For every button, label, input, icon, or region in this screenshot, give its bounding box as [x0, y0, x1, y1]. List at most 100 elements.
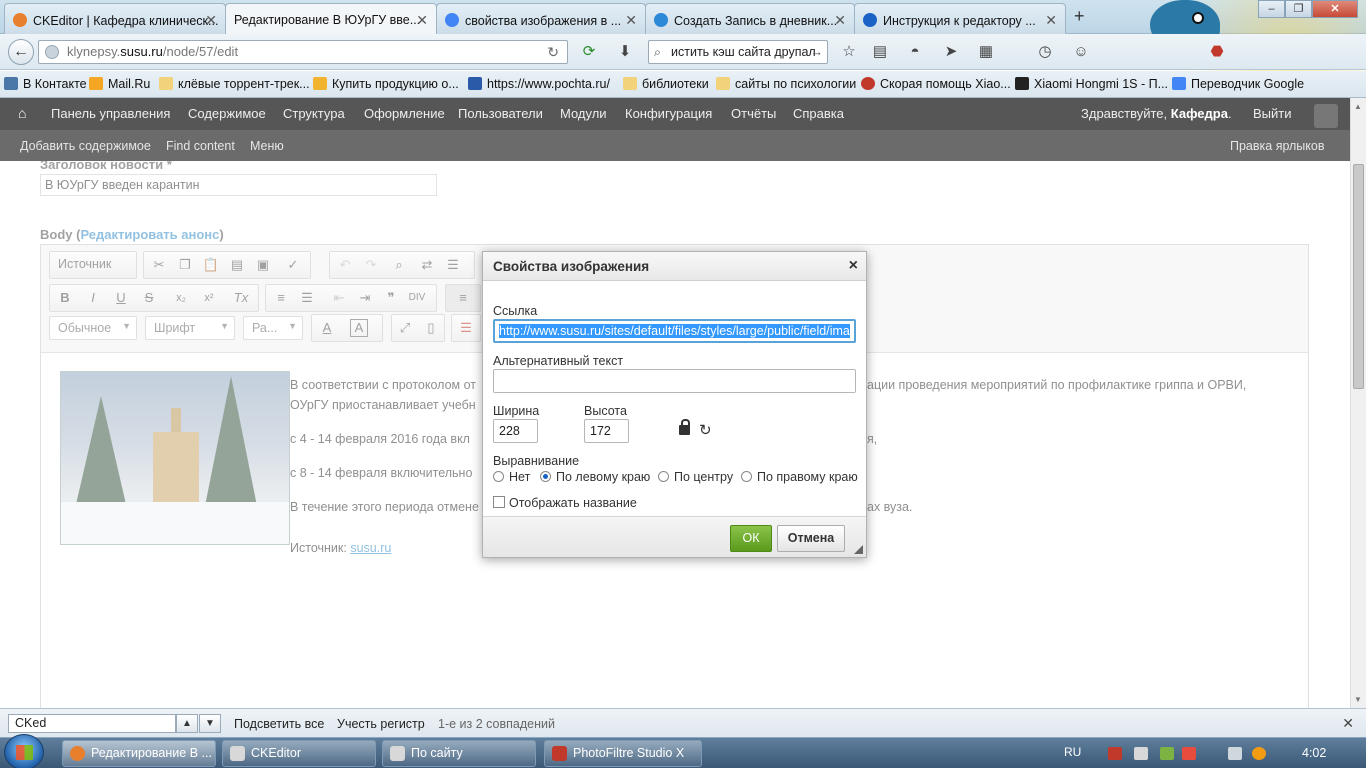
align-left-label[interactable]: По левому краю [556, 470, 650, 484]
align-none-label[interactable]: Нет [509, 470, 530, 484]
dialog-close-icon[interactable]: × [849, 257, 858, 275]
logout-link[interactable]: Выйти [1253, 106, 1292, 121]
language-indicator[interactable]: RU [1064, 745, 1081, 759]
menu-configuration[interactable]: Конфигурация [625, 106, 712, 121]
align-center-label[interactable]: По центру [674, 470, 733, 484]
close-tab-icon[interactable]: ✕ [205, 12, 217, 29]
task-ckeditor-folder[interactable]: CKEditor [222, 740, 376, 767]
bookmark-libraries[interactable]: библиотеки [623, 77, 709, 91]
width-field[interactable]: 228 [493, 419, 538, 443]
task-po-saitu[interactable]: По сайту [382, 740, 536, 767]
close-window-button[interactable]: ✕ [1312, 0, 1358, 18]
maximize-button[interactable]: ❐ [1285, 0, 1312, 18]
find-input[interactable]: CKed [8, 714, 176, 733]
highlight-all-button[interactable]: Подсветить все [234, 717, 324, 731]
shortcuts-toggle-button[interactable] [1314, 104, 1338, 128]
alt-text-field[interactable] [493, 369, 856, 393]
usb-tray-icon[interactable] [1134, 747, 1148, 760]
history-icon[interactable]: ◷ [1036, 43, 1054, 61]
bookmark-vkontakte[interactable]: В Контакте [4, 77, 87, 91]
menu-structure[interactable]: Структура [283, 106, 345, 121]
resize-handle-icon[interactable] [854, 545, 863, 554]
bookmark-mailru[interactable]: Mail.Ru [89, 77, 150, 91]
shortcut-find-content[interactable]: Find content [166, 139, 235, 153]
close-tab-icon[interactable]: ✕ [834, 12, 846, 29]
volume-tray-icon[interactable] [1182, 747, 1196, 760]
tab-diary[interactable]: Создать Запись в дневник... ✕ [645, 3, 855, 34]
site-identity-icon[interactable] [45, 45, 59, 59]
close-tab-icon[interactable]: ✕ [625, 12, 637, 29]
align-left-radio[interactable] [540, 471, 551, 482]
task-firefox[interactable]: Редактирование В ... [62, 740, 216, 767]
home-icon[interactable]: ⌂ [18, 105, 34, 121]
tab-google-search[interactable]: свойства изображения в ... ✕ [436, 3, 646, 34]
bookmark-xiaomi-hongmi[interactable]: Xiaomi Hongmi 1S - П... [1015, 77, 1168, 91]
addon-icon[interactable]: ⟳ [580, 43, 598, 61]
menu-appearance[interactable]: Оформление [364, 106, 445, 121]
network-tray-icon[interactable] [1160, 747, 1174, 760]
bookmark-star-icon[interactable]: ☆ [840, 43, 858, 61]
address-bar[interactable]: klynepsy.susu.ru/node/57/edit ↻ [38, 40, 568, 64]
dialog-title-bar[interactable]: Свойства изображения × [483, 252, 866, 281]
updates-tray-icon[interactable] [1252, 747, 1266, 760]
adblock-icon[interactable]: ⬣ [1208, 43, 1226, 61]
bookmarks-list-icon[interactable]: ▤ [871, 43, 889, 61]
antivirus-tray-icon[interactable] [1108, 747, 1122, 760]
reload-icon[interactable]: ↻ [547, 41, 559, 63]
close-tab-icon[interactable]: ✕ [1045, 12, 1057, 29]
menu-people[interactable]: Пользователи [458, 106, 543, 121]
scroll-up-icon[interactable]: ▲ [1354, 102, 1362, 111]
new-tab-button[interactable]: + [1074, 6, 1085, 27]
signal-tray-icon[interactable] [1228, 747, 1242, 760]
find-previous-button[interactable]: ▲ [176, 714, 198, 733]
back-button[interactable]: ← [8, 39, 34, 65]
send-icon[interactable]: ➤ [942, 43, 960, 61]
scrollbar-thumb[interactable] [1353, 164, 1364, 389]
edit-shortcuts-link[interactable]: Правка ярлыков [1230, 139, 1324, 153]
shortcut-menu[interactable]: Меню [250, 139, 284, 153]
height-field[interactable]: 172 [584, 419, 629, 443]
tab-ckeditor[interactable]: CKEditor | Кафедра клиническ... ✕ [4, 3, 226, 34]
search-go-icon[interactable]: → [811, 41, 824, 63]
align-none-radio[interactable] [493, 471, 504, 482]
scroll-down-icon[interactable]: ▼ [1354, 695, 1362, 704]
menu-modules[interactable]: Модули [560, 106, 607, 121]
show-caption-label[interactable]: Отображать название [509, 496, 637, 510]
tab-instructions[interactable]: Инструкция к редактору ... ✕ [854, 3, 1066, 34]
align-right-radio[interactable] [741, 471, 752, 482]
close-tab-icon[interactable]: ✕ [416, 12, 428, 29]
pocket-icon[interactable]: ◓ [906, 43, 924, 61]
show-caption-checkbox[interactable] [493, 496, 505, 508]
close-find-bar-icon[interactable]: ✕ [1342, 715, 1354, 732]
lock-ratio-icon[interactable] [679, 419, 690, 435]
align-center-radio[interactable] [658, 471, 669, 482]
page-scrollbar[interactable]: ▲ ▼ [1350, 98, 1366, 708]
menu-content[interactable]: Содержимое [188, 106, 266, 121]
task-photofiltre[interactable]: PhotoFiltre Studio X [544, 740, 702, 767]
reset-size-icon[interactable]: ↻ [699, 421, 712, 439]
download-icon[interactable]: ⬇ [616, 43, 634, 61]
shortcut-add-content[interactable]: Добавить содержимое [20, 139, 151, 153]
menu-dashboard[interactable]: Панель управления [51, 106, 170, 121]
extension-icon[interactable]: ▦ [977, 43, 995, 61]
bookmark-pochta[interactable]: https://www.pochta.ru/ [468, 77, 610, 91]
minimize-button[interactable]: – [1258, 0, 1285, 18]
search-box[interactable]: ⌕ истить кэш сайта друпал → [648, 40, 828, 64]
bookmark-google-translate[interactable]: Переводчик Google [1172, 77, 1304, 91]
menu-reports[interactable]: Отчёты [731, 106, 776, 121]
start-button[interactable] [4, 734, 44, 768]
ok-button[interactable]: ОК [730, 525, 772, 552]
align-right-label[interactable]: По правому краю [757, 470, 858, 484]
find-next-button[interactable]: ▼ [199, 714, 221, 733]
clock[interactable]: 4:02 [1302, 746, 1326, 760]
cancel-button[interactable]: Отмена [777, 525, 845, 552]
bookmark-shop[interactable]: Купить продукцию о... [313, 77, 459, 91]
chat-icon[interactable]: ☺ [1072, 43, 1090, 61]
menu-help[interactable]: Справка [793, 106, 844, 121]
match-case-button[interactable]: Учесть регистр [337, 717, 425, 731]
bookmark-xiaomi-help[interactable]: Скорая помощь Xiao... [861, 77, 1011, 91]
image-url-field[interactable]: http://www.susu.ru/sites/default/files/s… [493, 319, 856, 343]
tab-edit-news[interactable]: Редактирование В ЮУрГУ вве... ✕ [225, 3, 437, 35]
bookmark-psychology[interactable]: сайты по психологии [716, 77, 856, 91]
bookmark-torrents[interactable]: клёвые торрент-трек... [159, 77, 310, 91]
